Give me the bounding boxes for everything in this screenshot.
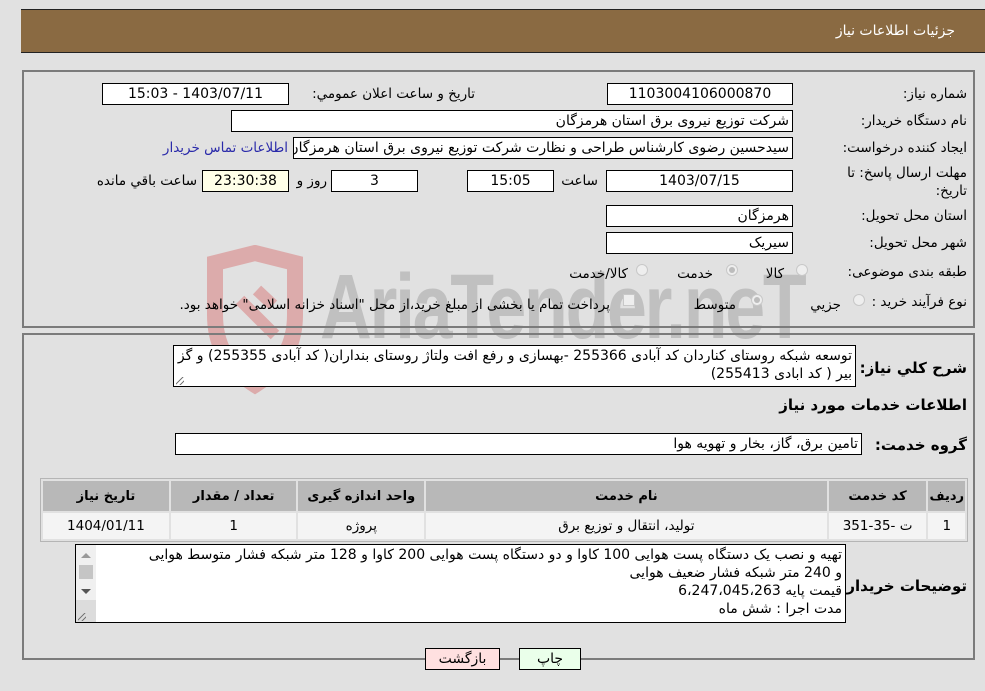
buyer-contact-link[interactable]: اطلاعات تماس خریدار [163,140,288,156]
page-header: جزئیات اطلاعات نیاز [21,9,985,53]
city-field: سیریک [606,232,793,254]
need-number-field: 1103004106000870 [607,83,793,105]
city-label: شهر محل تحویل: [869,235,967,251]
buyer-notes-scrollbar[interactable] [76,545,96,622]
service-group-field: تامین برق، گاز، بخار و تهویه هوا [175,433,862,455]
remaining-time-label: ساعت باقي مانده [96,173,197,189]
process-label: نوع فرآیند خرید : [871,294,967,310]
col-header-unit: واحد اندازه گیری [298,481,425,511]
category-service-label: خدمت [677,266,713,282]
scroll-down-icon[interactable] [81,589,91,594]
scroll-up-icon[interactable] [81,553,91,558]
process-medium-label: متوسط [693,297,736,313]
deadline-time-label: ساعت [561,173,598,189]
resize-handle-icon[interactable] [176,377,184,385]
remaining-days-label: روز و [296,173,327,189]
category-goods-service-label: کالا/خدمت [569,266,628,282]
announce-datetime-field: 1403/07/11 - 15:03 [102,83,289,105]
requester-label: ایجاد کننده درخواست: [842,140,967,156]
cell-quantity: 1 [170,513,297,539]
remaining-time-field: 23:30:38 [202,170,289,192]
col-header-service-code: کد خدمت [828,481,927,511]
buyer-notes-line: قیمت پایه 6،247،045،263 [678,583,842,599]
buyer-notes-line: و 240 متر شبکه فشار ضعیف هوایی [629,565,842,581]
deadline-date-field: 1403/07/15 [606,170,793,192]
deadline-time-field: 15:05 [467,170,554,192]
page-title: جزئیات اطلاعات نیاز [835,23,955,39]
province-label: استان محل تحویل: [861,208,967,224]
deadline-label-line2: تاریخ: [935,183,967,199]
deadline-label-line1: مهلت ارسال پاسخ: تا [847,165,967,181]
province-field: هرمزگان [606,205,793,227]
buyer-notes-line: تهیه و نصب یک دستگاه پست هوایی 100 کاوا … [148,547,842,563]
col-header-row-number: ردیف [928,481,965,511]
buyer-org-field: شرکت توزیع نیروی برق استان هرمزگان [231,110,793,132]
remaining-days-field: 3 [331,170,418,192]
description-label: شرح کلي نیاز: [859,359,967,377]
treasury-checkbox-label: پرداخت تمام یا بخشی از مبلغ خرید،از محل … [179,297,610,313]
category-goods-service-radio[interactable] [636,264,648,276]
cell-unit: پروژه [298,513,425,539]
buyer-notes-label: توضیحات خریدار: [840,577,967,595]
treasury-checkbox[interactable] [623,294,635,306]
description-text: توسعه شبکه روستای کناردان کد آبادی 25536… [177,348,852,382]
table-row: 1 ت -35-351 تولید، انتقال و توزیع برق پر… [43,513,965,539]
cell-row-number: 1 [928,513,965,539]
cell-service-code: ت -35-351 [828,513,927,539]
cell-service-name: تولید، انتقال و توزیع برق [426,513,827,539]
services-table-header: ردیف کد خدمت نام خدمت واحد اندازه گیری ت… [43,481,965,511]
buyer-notes-textarea[interactable]: تهیه و نصب یک دستگاه پست هوایی 100 کاوا … [75,544,846,623]
requester-field: سیدحسین رضوی کارشناس طراحی و نظارت شرکت … [293,137,793,159]
need-info-panel [22,70,975,328]
buyer-org-label: نام دستگاه خریدار: [860,113,967,129]
need-number-label: شماره نیاز: [902,86,967,102]
category-service-radio[interactable] [726,264,738,276]
buyer-notes-line: مدت اجرا : شش ماه [718,601,842,617]
cell-need-date: 1404/01/11 [43,513,169,539]
col-header-need-date: تاریخ نیاز [43,481,169,511]
deadline-label: مهلت ارسال پاسخ: تا تاریخ: [847,164,967,200]
services-section-title: اطلاعات خدمات مورد نیاز [779,396,967,414]
scroll-thumb[interactable] [79,565,93,579]
service-group-label: گروه خدمت: [874,436,967,454]
col-header-quantity: تعداد / مقدار [170,481,297,511]
announce-datetime-label: تاریخ و ساعت اعلان عمومي: [312,86,475,102]
print-button[interactable]: چاپ [519,648,581,670]
category-label: طبقه بندی موضوعی: [847,264,967,280]
process-medium-radio[interactable] [751,294,763,306]
services-table: ردیف کد خدمت نام خدمت واحد اندازه گیری ت… [40,478,968,542]
back-button[interactable]: بازگشت [425,648,500,670]
category-goods-radio[interactable] [796,264,808,276]
description-textarea[interactable]: توسعه شبکه روستای کناردان کد آبادی 25536… [173,345,856,387]
category-goods-label: کالا [765,266,784,282]
col-header-service-name: نام خدمت [426,481,827,511]
process-minor-label: جزيي [810,297,841,313]
resize-handle-icon[interactable] [78,613,86,621]
process-minor-radio[interactable] [853,294,865,306]
